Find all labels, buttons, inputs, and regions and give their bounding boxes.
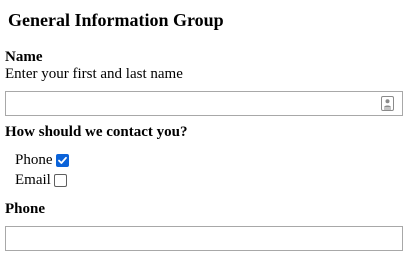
option-email-label: Email	[15, 171, 51, 188]
phone-checkbox[interactable]	[55, 153, 69, 167]
phone-input[interactable]	[5, 226, 403, 251]
name-hint: Enter your first and last name	[5, 66, 183, 82]
form-page: General Information Group Name Enter you…	[0, 0, 412, 260]
email-checkbox[interactable]	[53, 173, 67, 187]
phone-label: Phone	[5, 201, 46, 217]
option-email[interactable]: Email	[15, 171, 67, 189]
name-input[interactable]	[5, 91, 403, 116]
group-title: General Information Group	[8, 10, 224, 30]
option-phone[interactable]: Phone	[15, 151, 69, 169]
contact-card-icon[interactable]	[381, 96, 394, 111]
name-label: Name	[5, 49, 43, 65]
option-phone-label: Phone	[15, 151, 53, 168]
checkmark-icon	[57, 156, 67, 164]
contact-question: How should we contact you?	[5, 124, 188, 140]
